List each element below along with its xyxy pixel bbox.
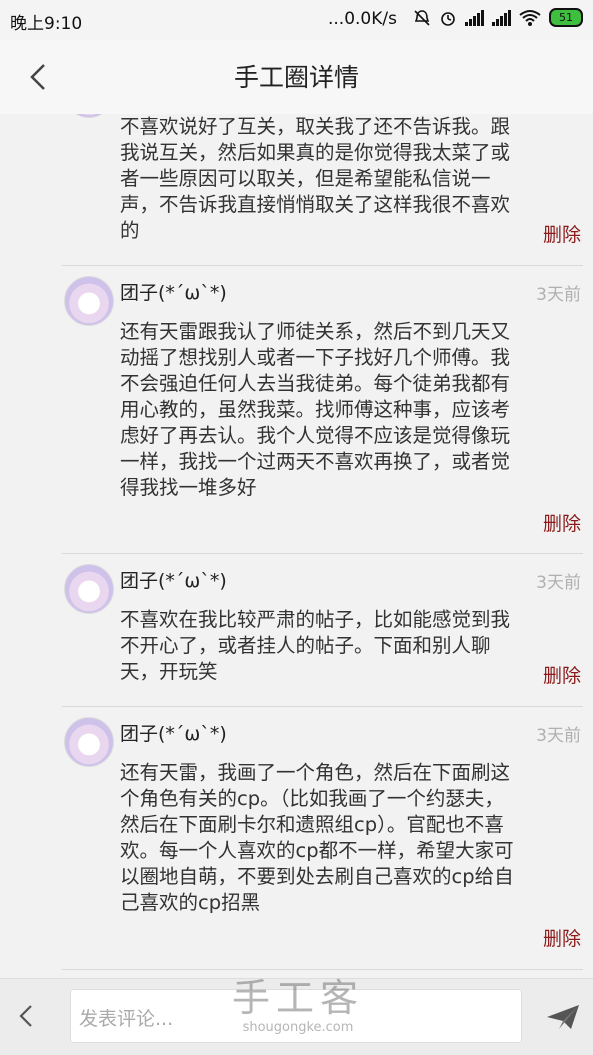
comment-text: 还有天雷跟我认了师徒关系，然后不到几天又动摇了想找别人或者一下子找好几个师傅。我… — [120, 320, 511, 499]
comment-author[interactable]: 团子(*´ω`*) — [120, 719, 227, 746]
comment-author[interactable]: 团子(*´ω`*) — [120, 566, 227, 593]
network-speed: ...0.0K/s — [328, 9, 397, 29]
status-time: 晚上9:10 — [10, 14, 83, 34]
comment-list: 不喜欢说好了互关，取关我了还不告诉我。跟我说互关，然后如果真的是你觉得我太菜了或… — [0, 114, 593, 978]
comment-time: 3天前 — [536, 573, 581, 593]
delete-button[interactable]: 删除 — [543, 220, 581, 247]
avatar[interactable] — [64, 564, 114, 614]
comment-item: 团子(*´ω`*) 3天前 还有天雷，我画了一个角色，然后在下面刷这个角色有关的… — [62, 707, 581, 969]
comment-time: 3天前 — [536, 726, 581, 746]
comment-text: 不喜欢在我比较严肃的帖子，比如能感觉到我不开心了，或者挂人的帖子。下面和别人聊天… — [120, 608, 511, 683]
wifi-icon — [519, 9, 541, 26]
avatar[interactable] — [64, 276, 114, 326]
comment-text: 不喜欢说好了互关，取关我了还不告诉我。跟我说互关，然后如果真的是你觉得我太菜了或… — [120, 115, 511, 242]
top-nav-bar: 手工圈详情 — [0, 40, 593, 114]
comment-input-bar: 发表评论... — [0, 978, 593, 1055]
avatar[interactable] — [64, 717, 114, 767]
comment-item: 不喜欢说好了互关，取关我了还不告诉我。跟我说互关，然后如果真的是你觉得我太菜了或… — [62, 114, 581, 258]
divider — [62, 969, 583, 970]
mute-icon — [414, 9, 430, 26]
page-title: 手工圈详情 — [233, 63, 359, 92]
delete-button[interactable]: 删除 — [543, 509, 581, 536]
comment-author[interactable]: 团子(*´ω`*) — [120, 278, 227, 305]
status-icons: 51 — [413, 8, 583, 27]
status-bar: 晚上9:10 ...0.0K/s 51 — [0, 0, 593, 40]
collapse-arrow-icon[interactable] — [14, 1003, 40, 1029]
avatar[interactable] — [64, 114, 114, 118]
comment-text: 还有天雷，我画了一个角色，然后在下面刷这个角色有关的cp。（比如我画了一个约瑟夫… — [120, 761, 514, 914]
delete-button[interactable]: 删除 — [543, 924, 581, 951]
signal-icon — [465, 9, 484, 26]
signal-icon-2 — [492, 9, 511, 26]
comment-time: 3天前 — [536, 285, 581, 305]
send-icon[interactable] — [545, 1003, 581, 1031]
battery-icon: 51 — [549, 8, 583, 27]
alarm-icon — [441, 11, 455, 26]
comment-item: 团子(*´ω`*) 3天前 不喜欢在我比较严肃的帖子，比如能感觉到我不开心了，或… — [62, 554, 581, 706]
comment-item: 团子(*´ω`*) 3天前 还有天雷跟我认了师徒关系，然后不到几天又动摇了想找别… — [62, 266, 581, 552]
comment-input[interactable]: 发表评论... — [70, 989, 522, 1043]
delete-button[interactable]: 删除 — [543, 661, 581, 688]
